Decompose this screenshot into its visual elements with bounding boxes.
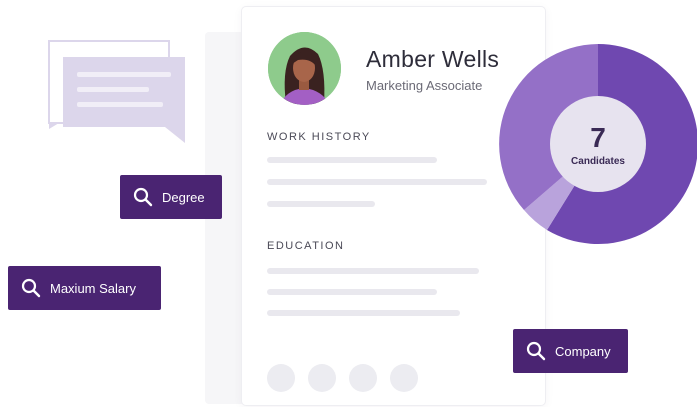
dot (349, 364, 377, 392)
placeholder-line (267, 157, 437, 163)
pagination-dots (267, 364, 418, 392)
candidate-name: Amber Wells (366, 46, 500, 72)
placeholder-line (267, 310, 460, 316)
candidates-count: 7 (590, 122, 606, 153)
person-portrait-icon (268, 32, 341, 105)
placeholder-line (267, 289, 437, 295)
placeholder-line (267, 268, 479, 274)
candidates-donut-chart: 7 Candidates (499, 44, 697, 244)
dot (390, 364, 418, 392)
max-salary-filter-button[interactable]: Maxium Salary (8, 266, 161, 310)
education-heading: EDUCATION (267, 240, 345, 252)
candidates-label: Candidates (571, 156, 625, 167)
degree-filter-button[interactable]: Degree (120, 175, 222, 219)
avatar (268, 32, 341, 105)
search-icon (21, 278, 41, 298)
dot (267, 364, 295, 392)
search-icon (526, 341, 546, 361)
candidate-title: Marketing Associate (366, 78, 483, 93)
chat-bubbles-icon (48, 40, 185, 143)
search-icon (133, 187, 153, 207)
company-filter-label: Company (555, 343, 611, 359)
placeholder-line (267, 201, 375, 207)
placeholder-line (267, 179, 487, 185)
work-history-heading: WORK HISTORY (267, 131, 371, 143)
max-salary-filter-label: Maxium Salary (50, 280, 136, 296)
degree-filter-label: Degree (162, 189, 205, 205)
company-filter-button[interactable]: Company (513, 329, 628, 373)
dot (308, 364, 336, 392)
